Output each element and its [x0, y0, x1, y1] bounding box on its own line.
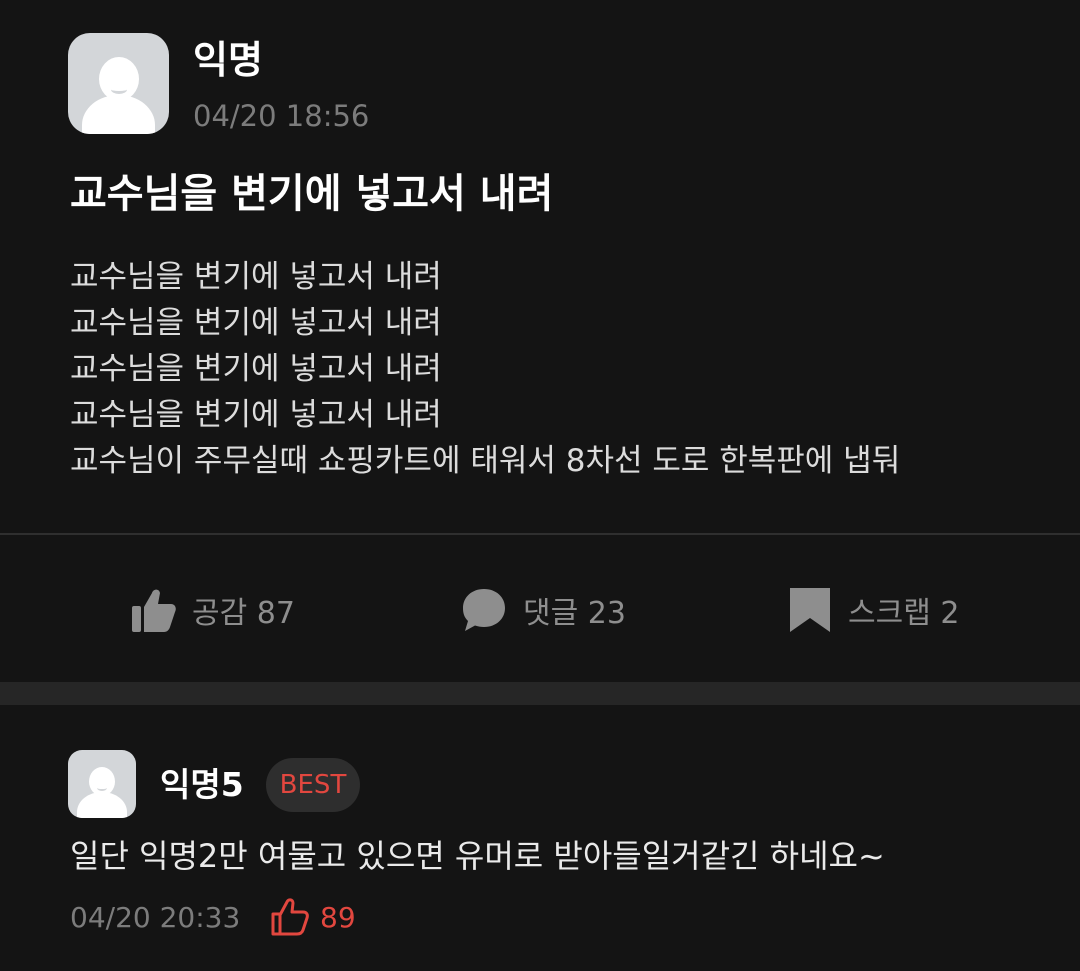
post-timestamp: 04/20 18:56	[193, 99, 370, 133]
content-line: 교수님을 변기에 넣고서 내려	[70, 305, 442, 341]
scrap-button[interactable]: 스크랩 2	[788, 575, 959, 645]
avatar-mouth	[97, 785, 107, 791]
post-title: 교수님을 변기에 넣고서 내려	[70, 171, 554, 217]
like-button[interactable]: 공감 87	[132, 575, 295, 645]
content-line: 교수님을 변기에 넣고서 내려	[70, 397, 442, 433]
section-gap	[0, 682, 1080, 705]
comment-text: 일단 익명2만 여물고 있으면 유머로 받아들일거같긴 하네요~	[70, 837, 885, 875]
content-line: 교수님을 변기에 넣고서 내려	[70, 351, 442, 387]
divider	[0, 533, 1080, 535]
thumbs-up-icon	[132, 589, 176, 632]
speech-bubble-icon	[463, 589, 505, 631]
avatar-mouth	[111, 85, 127, 94]
like-count-label: 공감 87	[192, 596, 295, 631]
best-badge: BEST	[266, 758, 360, 812]
scrap-count-label: 스크랩 2	[848, 596, 960, 631]
content-line: 교수님이 주무실때 쇼핑카트에 태워서 8차선 도로 한복판에 냅둬	[70, 443, 901, 479]
comment-like-count: 89	[320, 900, 356, 934]
bookmark-icon	[790, 588, 830, 632]
avatar-body	[82, 95, 155, 134]
best-comment: 익명5 BEST 일단 익명2만 여물고 있으면 유머로 받아들일거같긴 하네요…	[0, 705, 1080, 971]
post-content: 교수님을 변기에 넣고서 내려 교수님을 변기에 넣고서 내려 교수님을 변기에…	[70, 254, 1050, 484]
comment-author-avatar[interactable]	[68, 750, 136, 818]
thumbs-up-outline-icon	[271, 898, 309, 936]
comment-button[interactable]: 댓글 23	[461, 575, 626, 645]
post-author: 익명	[193, 38, 263, 82]
comment-like-button[interactable]: 89	[270, 895, 356, 939]
author-avatar[interactable]	[68, 33, 169, 134]
comment-count-label: 댓글 23	[523, 596, 626, 631]
comment-timestamp: 04/20 20:33	[70, 901, 241, 934]
content-line: 교수님을 변기에 넣고서 내려	[70, 259, 442, 295]
post-actions: 공감 87 댓글 23 스크랩 2	[0, 575, 1080, 645]
avatar-body	[77, 792, 127, 818]
comment-author: 익명5	[160, 765, 244, 804]
post-card: 익명 04/20 18:56 교수님을 변기에 넣고서 내려 교수님을 변기에 …	[0, 0, 1080, 682]
